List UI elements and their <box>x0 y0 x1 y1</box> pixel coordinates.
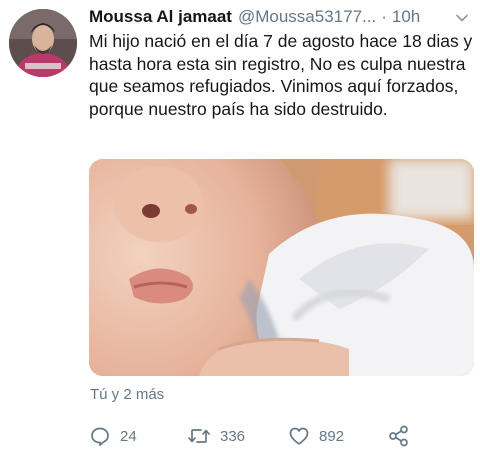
photo-image <box>89 159 474 376</box>
tweet-text: Mi hijo nació en el día 7 de agosto hace… <box>89 31 473 119</box>
avatar-image <box>9 9 77 77</box>
like-button[interactable]: 892 <box>288 422 344 450</box>
chevron-down-icon[interactable] <box>454 9 470 25</box>
heart-icon <box>288 425 310 447</box>
speech-bubble-icon <box>89 425 111 447</box>
tweet-header: Moussa Al jamaat @Moussa53177... · 10h <box>89 5 476 29</box>
retweet-arrows-icon <box>187 425 211 447</box>
social-context[interactable]: Tú y 2 más <box>90 386 164 403</box>
retweet-button[interactable]: 336 <box>187 422 245 450</box>
timestamp[interactable]: 10h <box>392 5 420 29</box>
author-handle[interactable]: @Moussa53177... <box>238 5 376 29</box>
author-name[interactable]: Moussa Al jamaat <box>89 5 232 29</box>
tweet[interactable]: Moussa Al jamaat @Moussa53177... · 10h M… <box>0 0 480 461</box>
share-button[interactable] <box>387 422 411 450</box>
tweet-photo[interactable] <box>89 159 474 376</box>
retweet-count: 336 <box>220 427 246 445</box>
avatar[interactable] <box>9 9 77 77</box>
separator-dot: · <box>381 7 387 26</box>
share-nodes-icon <box>387 424 411 448</box>
tweet-actions: 24 336 892 <box>89 422 419 450</box>
reply-count: 24 <box>120 427 137 445</box>
reply-button[interactable]: 24 <box>89 422 137 450</box>
like-count: 892 <box>319 427 345 445</box>
